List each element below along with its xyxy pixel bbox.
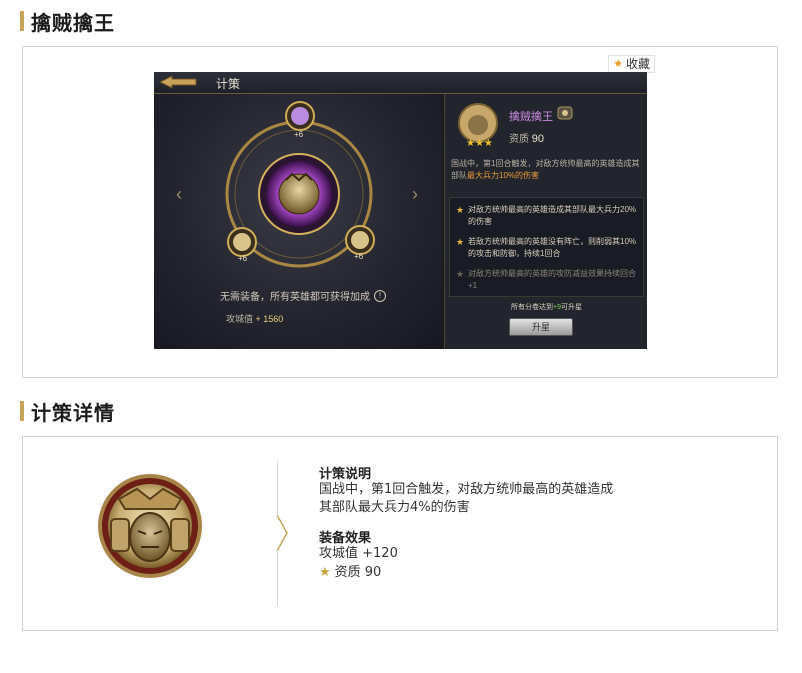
equip-note-text: 无需装备，所有英雄都可获得加成	[220, 292, 370, 303]
star-level-3: ★ 对敌方统帅最高的英雄的攻防减益效果持续回合+1	[456, 268, 640, 292]
rune-badge-right: +6	[354, 252, 364, 261]
info-icon[interactable]: !	[374, 289, 386, 302]
star-level-text: 对敌方统帅最高的英雄的攻防减益效果持续回合+1	[468, 269, 636, 290]
game-header-title: 计策	[216, 77, 241, 91]
star-level-1: ★ 对敌方统帅最高的英雄造成其部队最大兵力20%的伤害	[456, 204, 640, 228]
strategy-emblem-large-icon	[98, 474, 202, 578]
chevron-right-icon	[277, 515, 288, 551]
rune-slot-top[interactable]	[284, 100, 316, 132]
strategy-info-panel: ★★★ 擒贼擒王 资质 90 国战中，第1回合触发，对敌方统帅最高的英雄造成其部…	[444, 94, 647, 349]
description-heading: 计策说明	[319, 467, 372, 482]
strategy-quality: 资质 90	[509, 130, 544, 145]
svg-text:★★★: ★★★	[466, 138, 493, 148]
section-title-details: 计策详情	[20, 398, 115, 425]
upgrade-requirement: 所有分卷达到+9可升星	[445, 302, 647, 312]
star-levels-box: ★ 对敌方统帅最高的英雄造成其部队最大兵力20%的伤害 ★ 若敌方统帅最高的英雄…	[449, 197, 644, 297]
next-arrow-icon[interactable]: ›	[412, 184, 418, 205]
star-icon: ★	[613, 57, 623, 70]
upgrade-star-button[interactable]: 升星	[509, 318, 573, 336]
attack-value-row: 攻城值 + 1560	[226, 312, 283, 325]
star-level-text: 对敌方统帅最高的英雄造成其部队最大兵力20%的伤害	[468, 205, 637, 226]
strategy-details-panel: 计策说明 国战中，第1回合触发，对敌方统帅最高的英雄造成其部队最大兵力4%的伤害…	[22, 436, 778, 631]
star-level-2: ★ 若敌方统帅最高的英雄没有阵亡，则削弱其10%的攻击和防御，持续1回合	[456, 236, 640, 260]
star-icon: ★	[319, 565, 331, 580]
section-title-strategy: 擒贼擒王	[20, 8, 115, 35]
effect-quality: 资质 90	[334, 565, 382, 580]
effect-attack: 攻城值 +120	[319, 546, 398, 561]
strategy-emblem-icon: ★★★	[458, 103, 498, 148]
star-icon: ★	[456, 237, 465, 247]
favorite-label: 收藏	[625, 57, 650, 71]
attack-label: 攻城值	[226, 314, 254, 324]
strategy-description: 国战中，第1回合触发，对敌方统帅最高的英雄造成其部队最大兵力10%的伤害	[451, 158, 643, 182]
effect-quality-row: ★ 资质 90	[319, 564, 381, 582]
quality-label: 资质	[509, 134, 529, 145]
quality-value: 90	[531, 133, 545, 145]
requirement-prefix: 所有分卷达到	[511, 304, 553, 311]
star-level-text: 若敌方统帅最高的英雄没有阵亡，则削弱其10%的攻击和防御，持续1回合	[468, 237, 637, 258]
strategy-tag-icon	[557, 106, 573, 120]
requirement-highlight: +9	[553, 304, 561, 311]
section-title-text: 计策详情	[31, 400, 115, 425]
requirement-suffix: 可升星	[560, 304, 582, 311]
title-accent-bar	[20, 401, 24, 421]
description-text: 国战中，第1回合触发，对敌方统帅最高的英雄造成其部队最大兵力4%的伤害	[319, 482, 614, 515]
attack-value: + 1560	[255, 314, 284, 324]
title-accent-bar	[20, 11, 24, 31]
previous-arrow-icon[interactable]: ‹	[176, 184, 182, 205]
strategy-screenshot-panel: ★ 收藏 计策 +6 +6 +6 ‹ › 无需装备，所有英雄都可获得加成 ! 攻…	[22, 46, 778, 378]
back-arrow-icon[interactable]	[158, 75, 198, 89]
star-outline-icon: ★	[456, 269, 465, 279]
effect-heading: 装备效果	[319, 531, 372, 546]
equip-note: 无需装备，所有英雄都可获得加成 !	[220, 288, 386, 303]
game-screenshot: 计策 +6 +6 +6 ‹ › 无需装备，所有英雄都可获得加成 ! 攻城值 + …	[154, 72, 647, 349]
game-header: 计策	[154, 72, 647, 94]
strategy-name: 擒贼擒王	[509, 111, 553, 123]
description-highlight: 最大兵力10%的伤害	[467, 171, 540, 180]
rune-badge-top: +6	[294, 130, 304, 139]
section-title-text: 擒贼擒王	[31, 10, 115, 35]
rune-badge-left: +6	[238, 254, 248, 263]
rune-wheel-area: +6 +6 +6 ‹ › 无需装备，所有英雄都可获得加成 ! 攻城值 + 156…	[154, 94, 442, 349]
star-icon: ★	[456, 205, 465, 215]
favorite-button[interactable]: ★ 收藏	[608, 55, 655, 73]
